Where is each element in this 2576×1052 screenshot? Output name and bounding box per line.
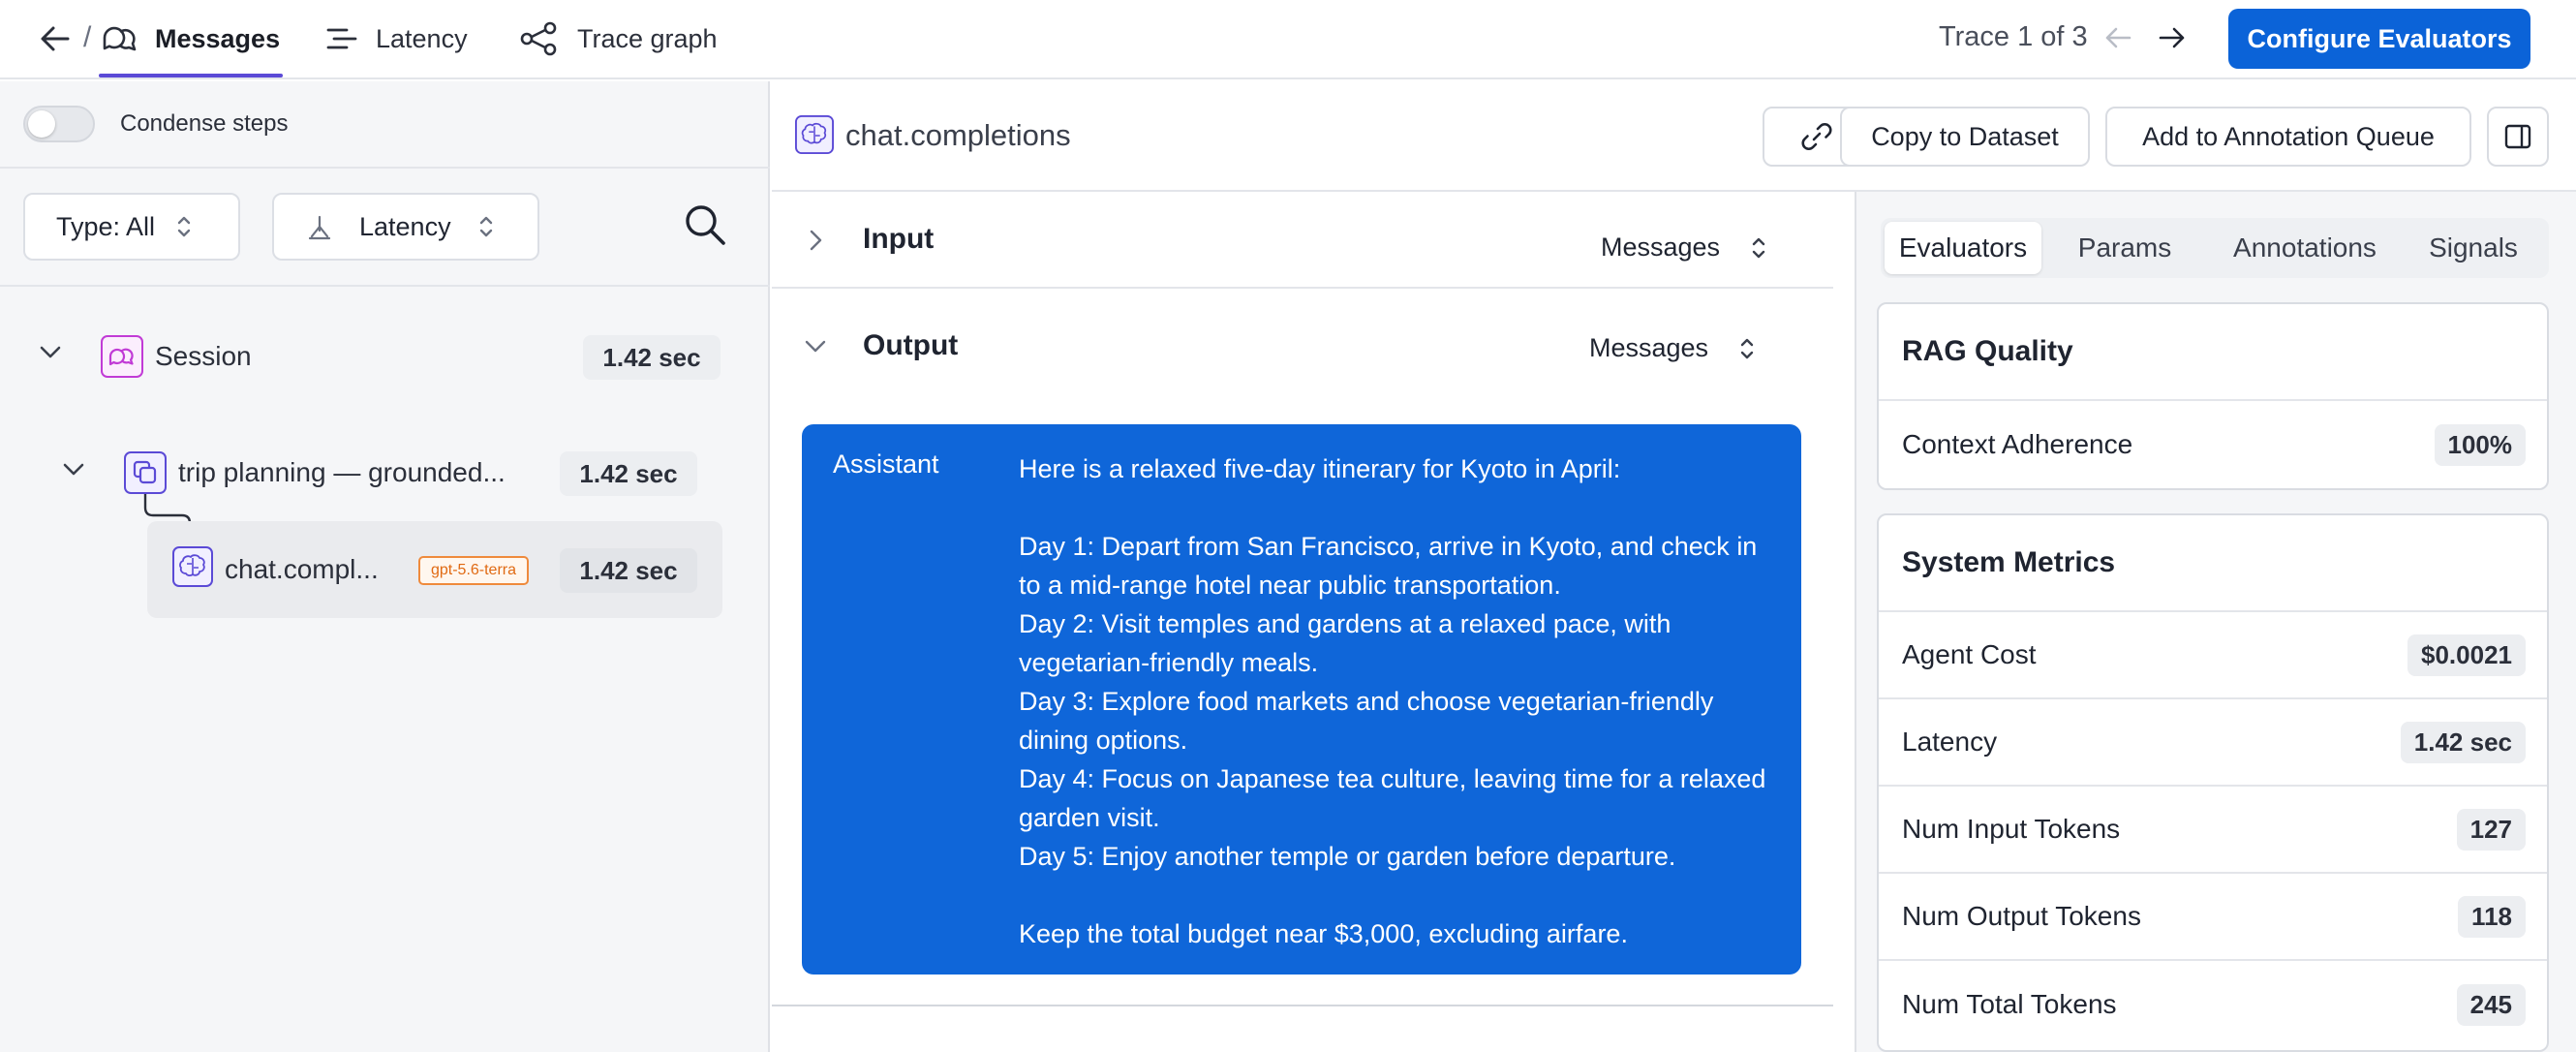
configure-evaluators-button[interactable]: Configure Evaluators bbox=[2228, 9, 2530, 69]
tab-messages-label: Messages bbox=[155, 23, 281, 53]
condense-steps-toggle[interactable] bbox=[23, 106, 95, 142]
tab-messages[interactable]: Messages bbox=[101, 0, 280, 77]
workflow-node-icon bbox=[124, 451, 167, 494]
chevron-right-icon[interactable] bbox=[808, 229, 823, 252]
divider bbox=[0, 285, 770, 287]
session-duration-badge: 1.42 sec bbox=[583, 335, 721, 380]
tab-latency-label: Latency bbox=[376, 23, 468, 53]
chevron-updown-icon bbox=[1751, 235, 1766, 261]
chevron-updown-icon bbox=[176, 214, 192, 239]
tab-annotations[interactable]: Annotations bbox=[2208, 222, 2402, 274]
metric-value: $0.0021 bbox=[2407, 634, 2526, 676]
metric-label: Num Input Tokens bbox=[1902, 814, 2121, 844]
rag-quality-card: RAG Quality Context Adherence 100% bbox=[1877, 302, 2549, 490]
workflow-duration-badge: 1.42 sec bbox=[560, 451, 697, 496]
chevron-down-icon[interactable] bbox=[39, 345, 62, 360]
rag-metrics-list: Context Adherence 100% bbox=[1879, 401, 2547, 488]
metric-row: Num Input Tokens 127 bbox=[1879, 787, 2547, 874]
output-section-title[interactable]: Output bbox=[863, 329, 958, 362]
metric-row: Num Total Tokens 245 bbox=[1879, 961, 2547, 1048]
divider bbox=[0, 167, 770, 169]
add-to-annotation-queue-button[interactable]: Add to Annotation Queue bbox=[2105, 107, 2471, 167]
trace-tree-panel: Condense steps Type: All Latency Session… bbox=[0, 81, 770, 1052]
tab-signals[interactable]: Signals bbox=[2402, 222, 2545, 274]
bars-icon bbox=[325, 25, 358, 52]
metric-row: Context Adherence 100% bbox=[1879, 401, 2547, 488]
metric-value: 245 bbox=[2456, 983, 2526, 1026]
output-format-select[interactable]: Messages bbox=[1589, 333, 1755, 363]
tab-evaluators[interactable]: Evaluators bbox=[1885, 222, 2041, 274]
divider bbox=[772, 287, 1833, 289]
session-node-icon bbox=[101, 335, 143, 378]
chevron-updown-icon bbox=[478, 214, 494, 239]
message-content: Here is a relaxed five-day itinerary for… bbox=[1019, 454, 1766, 948]
metric-label: Num Total Tokens bbox=[1902, 989, 2117, 1019]
breadcrumb-separator: / bbox=[83, 21, 92, 53]
graph-icon bbox=[519, 21, 560, 56]
chevron-down-icon[interactable] bbox=[62, 462, 85, 478]
sort-value: Latency bbox=[359, 211, 451, 241]
metric-row: Agent Cost $0.0021 bbox=[1879, 612, 2547, 699]
model-tag: gpt-5.6-terra bbox=[418, 556, 529, 585]
metric-value: 100% bbox=[2434, 423, 2526, 466]
copy-to-dataset-button[interactable]: Copy to Dataset bbox=[1840, 107, 2090, 167]
next-trace-arrow-icon[interactable] bbox=[2158, 23, 2187, 52]
system-metrics-card: System Metrics Agent Cost $0.0021 Latency 1… bbox=[1877, 513, 2549, 1052]
session-label[interactable]: Session bbox=[155, 341, 252, 372]
metric-label: Context Adherence bbox=[1902, 429, 2133, 459]
right-panel-tabs: Evaluators Params Annotations Signals bbox=[1881, 218, 2549, 278]
tab-latency[interactable]: Latency bbox=[325, 0, 468, 77]
metric-value: 127 bbox=[2456, 808, 2526, 851]
sort-select[interactable]: Latency bbox=[272, 193, 539, 261]
chevron-updown-icon bbox=[1739, 336, 1755, 361]
metric-value: 1.42 sec bbox=[2400, 721, 2526, 763]
trace-indicator: Trace 1 of 3 bbox=[1939, 21, 2088, 52]
tab-trace-graph[interactable]: Trace graph bbox=[519, 0, 718, 77]
divider bbox=[772, 1005, 1833, 1006]
latency-sort-icon bbox=[307, 213, 332, 240]
llm-brain-icon bbox=[172, 546, 213, 587]
metric-label: Latency bbox=[1902, 727, 1998, 757]
metric-row: Latency 1.42 sec bbox=[1879, 699, 2547, 787]
sidebar-panel-icon bbox=[2504, 124, 2531, 149]
system-metrics-title: System Metrics bbox=[1879, 515, 2547, 612]
chevron-down-icon[interactable] bbox=[804, 339, 827, 355]
output-format-value: Messages bbox=[1589, 333, 1709, 362]
metric-label: Agent Cost bbox=[1902, 639, 2037, 669]
assistant-message-card: Assistant Here is a relaxed five-day iti… bbox=[802, 424, 1801, 975]
llm-brain-icon bbox=[795, 115, 834, 154]
prev-trace-arrow-icon[interactable] bbox=[2103, 23, 2132, 52]
type-filter-value: Type: All bbox=[56, 211, 156, 241]
top-bar: / Messages Latency Trace graph Trace 1 o… bbox=[0, 0, 2576, 79]
input-format-value: Messages bbox=[1601, 232, 1721, 262]
rag-quality-title: RAG Quality bbox=[1879, 304, 2547, 401]
system-metrics-list: Agent Cost $0.0021 Latency 1.42 sec Num Inpu… bbox=[1879, 612, 2547, 1048]
condense-steps-label: Condense steps bbox=[120, 110, 289, 137]
link-icon bbox=[1800, 120, 1833, 153]
input-format-select[interactable]: Messages bbox=[1601, 232, 1766, 263]
metric-value: 118 bbox=[2458, 895, 2526, 938]
metric-label: Num Output Tokens bbox=[1902, 901, 2141, 931]
tab-trace-graph-label: Trace graph bbox=[577, 23, 718, 53]
message-role: Assistant bbox=[833, 449, 939, 479]
tab-params[interactable]: Params bbox=[2041, 222, 2208, 274]
chat-bubbles-icon bbox=[101, 22, 138, 55]
toggle-sidebar-button[interactable] bbox=[2487, 107, 2549, 167]
llm-span-label[interactable]: chat.compl... bbox=[225, 554, 379, 585]
search-icon[interactable] bbox=[684, 203, 726, 246]
metric-row: Num Output Tokens 118 bbox=[1879, 874, 2547, 961]
active-tab-indicator bbox=[99, 74, 283, 77]
type-filter-select[interactable]: Type: All bbox=[23, 193, 240, 261]
input-section-title[interactable]: Input bbox=[863, 223, 934, 256]
span-title: chat.completions bbox=[845, 118, 1071, 152]
back-arrow-icon[interactable] bbox=[39, 23, 72, 54]
llm-duration-badge: 1.42 sec bbox=[560, 548, 697, 593]
workflow-label[interactable]: trip planning — grounded... bbox=[178, 457, 506, 488]
